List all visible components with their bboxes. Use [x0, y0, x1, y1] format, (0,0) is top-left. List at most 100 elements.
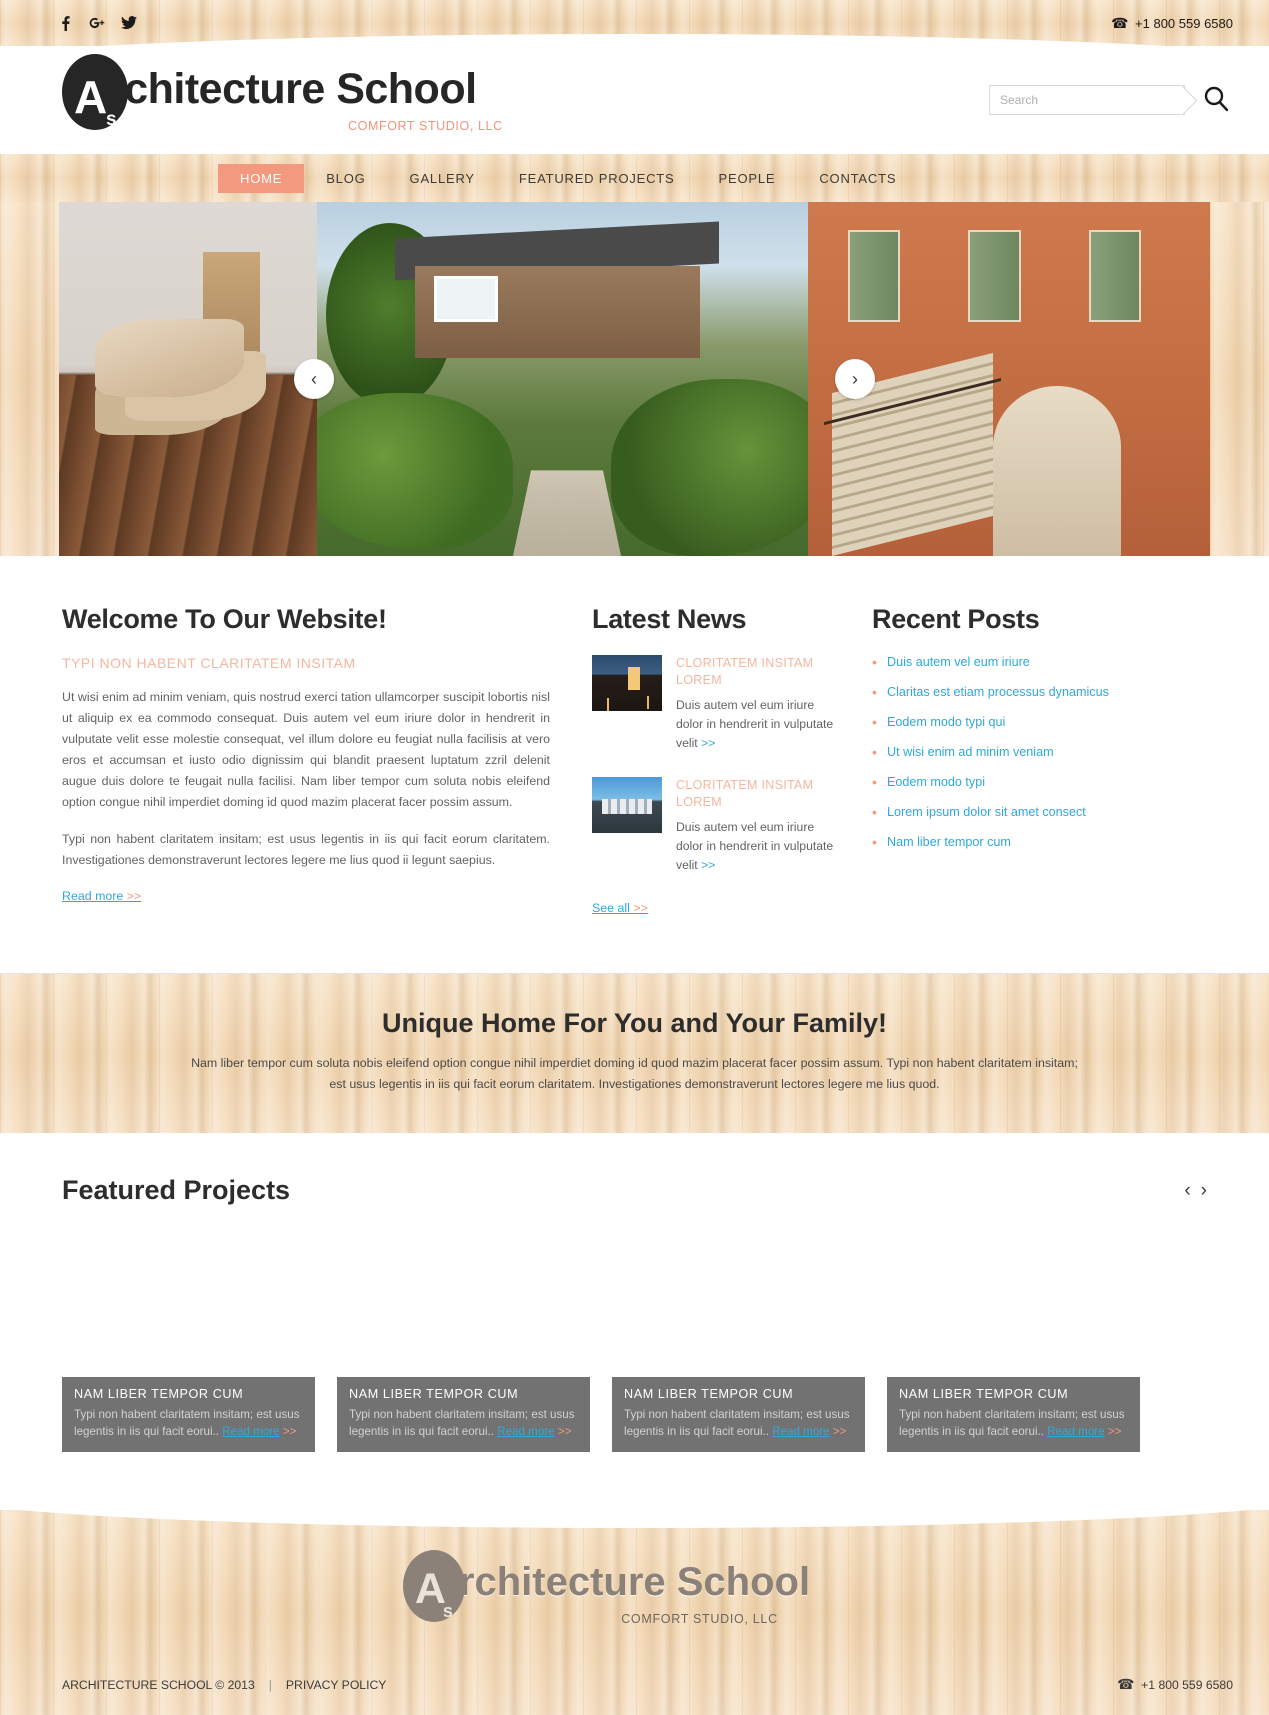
footer-tagline: COMFORT STUDIO, LLC	[621, 1612, 778, 1626]
footer-brand-title: rchitecture School	[458, 1560, 811, 1604]
footer-privacy-policy-link[interactable]: PRIVACY POLICY	[286, 1678, 386, 1692]
featured-projects-title: Featured Projects	[62, 1175, 291, 1205]
project-card-title: NAM LIBER TEMPOR CUM	[74, 1387, 244, 1401]
project-card-read-more[interactable]: Read more	[222, 1425, 279, 1438]
project-card[interactable]: NAM LIBER TEMPOR CUM Typi non habent cla…	[887, 1232, 1140, 1452]
news-thumb-modern-house[interactable]	[592, 777, 662, 833]
top-bar: ☎ +1 800 559 6580	[0, 0, 1269, 68]
footer-copyright: ARCHITECTURE SCHOOL © 2013	[62, 1677, 255, 1692]
project-card-read-more-label: Read more	[222, 1425, 280, 1438]
featured-next-button[interactable]: ›	[1201, 1180, 1207, 1202]
welcome-subtitle: TYPI NON HABENT CLARITATEM INSITAM	[62, 655, 356, 671]
brand-title: rchitecture School	[108, 64, 477, 113]
slider-left-edge	[0, 202, 60, 556]
hero-slider: ‹ ›	[0, 202, 1269, 556]
facebook-icon[interactable]	[56, 14, 74, 32]
news-item[interactable]: CLORITATEM INSITAM LOREM Duis autem vel …	[592, 777, 838, 875]
list-item[interactable]: Duis autem vel eum iriure	[872, 654, 1132, 670]
footer-phone-number: +1 800 559 6580	[1141, 1677, 1233, 1692]
list-item[interactable]: Ut wisi enim ad minim veniam	[872, 744, 1132, 760]
slider-next-button[interactable]: ›	[835, 359, 875, 399]
top-phone-number: +1 800 559 6580	[1135, 15, 1233, 31]
project-card-read-more[interactable]: Read more	[772, 1425, 829, 1438]
news-see-all-link[interactable]: See all >>	[592, 901, 648, 915]
top-phone: ☎ +1 800 559 6580	[1111, 15, 1233, 32]
nav-item-people[interactable]: PEOPLE	[697, 164, 798, 193]
list-item[interactable]: Nam liber tempor cum	[872, 834, 1132, 850]
footer-bar: ARCHITECTURE SCHOOL © 2013 | PRIVACY POL…	[0, 1660, 1269, 1715]
welcome-read-more-link[interactable]: Read more >>	[62, 889, 141, 903]
welcome-paragraph-2: Typi non habent claritatem insitam; est …	[62, 832, 550, 867]
search-area	[989, 83, 1233, 117]
featured-projects-header: Featured Projects ‹ ›	[62, 1175, 1207, 1206]
latest-news-title: Latest News	[592, 604, 747, 634]
latest-news-column: Latest News CLORITATEM INSITAM LOREM Dui…	[592, 604, 862, 917]
project-card-read-more-label: Read more	[1047, 1425, 1105, 1438]
main-content: Welcome To Our Website! TYPI NON HABENT …	[0, 556, 1269, 973]
project-card[interactable]: NAM LIBER TEMPOR CUM Typi non habent cla…	[337, 1232, 590, 1452]
footer-brand[interactable]: A s rchitecture School COMFORT STUDIO, L…	[0, 1550, 1269, 1660]
twitter-icon[interactable]	[120, 14, 138, 32]
project-card-title: NAM LIBER TEMPOR CUM	[349, 1387, 519, 1401]
list-item[interactable]: Eodem modo typi	[872, 774, 1132, 790]
list-item[interactable]: Lorem ipsum dolor sit amet consect	[872, 804, 1132, 820]
project-card-chevrons: >>	[282, 1425, 297, 1438]
project-card-read-more-label: Read more	[772, 1425, 830, 1438]
welcome-paragraph-1: Ut wisi enim ad minim veniam, quis nostr…	[62, 690, 550, 809]
list-item[interactable]: Claritas est etiam processus dynamicus	[872, 684, 1132, 700]
nav-item-home[interactable]: HOME	[218, 163, 305, 193]
footer-phone: ☎ +1 800 559 6580	[1117, 1676, 1233, 1693]
featured-projects-carousel-controls: ‹ ›	[1184, 1180, 1207, 1202]
social-links	[56, 14, 138, 32]
nav-item-gallery[interactable]: GALLERY	[388, 164, 497, 193]
search-input[interactable]	[990, 86, 1184, 114]
footer-phone-icon: ☎	[1116, 1676, 1135, 1692]
featured-projects-section: Featured Projects ‹ › NAM LIBER TEMPOR C…	[0, 1133, 1269, 1510]
news-item-chevrons[interactable]: >>	[701, 736, 715, 750]
logo-letter-a: A	[74, 70, 108, 123]
google-plus-icon[interactable]	[88, 14, 106, 32]
site-footer: A s rchitecture School COMFORT STUDIO, L…	[0, 1494, 1269, 1715]
project-card-chevrons: >>	[1107, 1425, 1122, 1438]
main-navigation: HOME BLOG GALLERY FEATURED PROJECTS PEOP…	[0, 154, 1269, 202]
nav-item-blog[interactable]: BLOG	[304, 164, 387, 193]
promo-title: Unique Home For You and Your Family!	[381, 1008, 888, 1038]
slider-prev-button[interactable]: ‹	[294, 359, 334, 399]
phone-icon: ☎	[1110, 14, 1129, 31]
footer-separator: |	[268, 1677, 272, 1692]
project-card-title: NAM LIBER TEMPOR CUM	[899, 1387, 1069, 1401]
brand-tagline: COMFORT STUDIO, LLC	[348, 118, 503, 133]
search-button[interactable]	[1199, 83, 1233, 117]
news-item-chevrons[interactable]: >>	[701, 858, 715, 872]
slide-interior-deck[interactable]	[59, 202, 317, 556]
nav-item-contacts[interactable]: CONTACTS	[797, 164, 918, 193]
featured-projects-grid: NAM LIBER TEMPOR CUM Typi non habent cla…	[62, 1232, 1207, 1452]
footer-logo-letter-s: s	[442, 1601, 453, 1621]
recent-posts-list: Duis autem vel eum iriure Claritas est e…	[872, 654, 1132, 850]
footer-curve-divider	[0, 1494, 1269, 1528]
welcome-column: Welcome To Our Website! TYPI NON HABENT …	[62, 604, 592, 917]
news-thumb-night-house[interactable]	[592, 655, 662, 711]
promo-banner: Unique Home For You and Your Family! Nam…	[0, 973, 1269, 1133]
slide-wooden-house-garden[interactable]	[316, 202, 808, 556]
news-see-all-chevrons: >>	[633, 901, 648, 915]
project-card-title: NAM LIBER TEMPOR CUM	[624, 1387, 794, 1401]
project-card-read-more[interactable]: Read more	[497, 1425, 554, 1438]
project-card-chevrons: >>	[832, 1425, 847, 1438]
project-card[interactable]: NAM LIBER TEMPOR CUM Typi non habent cla…	[62, 1232, 315, 1452]
news-item-title[interactable]: CLORITATEM INSITAM LOREM	[676, 777, 838, 811]
project-card-chevrons: >>	[557, 1425, 572, 1438]
list-item[interactable]: Eodem modo typi qui	[872, 714, 1132, 730]
news-item-title[interactable]: CLORITATEM INSITAM LOREM	[676, 655, 838, 689]
project-card-read-more-label: Read more	[497, 1425, 555, 1438]
nav-item-featured-projects[interactable]: FEATURED PROJECTS	[497, 164, 697, 193]
news-item[interactable]: CLORITATEM INSITAM LOREM Duis autem vel …	[592, 655, 838, 753]
page-root: ☎ +1 800 559 6580 A s rchitecture School…	[0, 0, 1269, 1715]
brand-logo[interactable]: A s rchitecture School COMFORT STUDIO, L…	[62, 53, 503, 133]
featured-prev-button[interactable]: ‹	[1184, 1180, 1190, 1202]
news-item-text: Duis autem vel eum iriure dolor in hendr…	[676, 698, 834, 750]
project-card-read-more[interactable]: Read more	[1047, 1425, 1104, 1438]
project-card[interactable]: NAM LIBER TEMPOR CUM Typi non habent cla…	[612, 1232, 865, 1452]
news-see-all-label: See all	[592, 901, 630, 915]
search-box	[989, 85, 1185, 115]
